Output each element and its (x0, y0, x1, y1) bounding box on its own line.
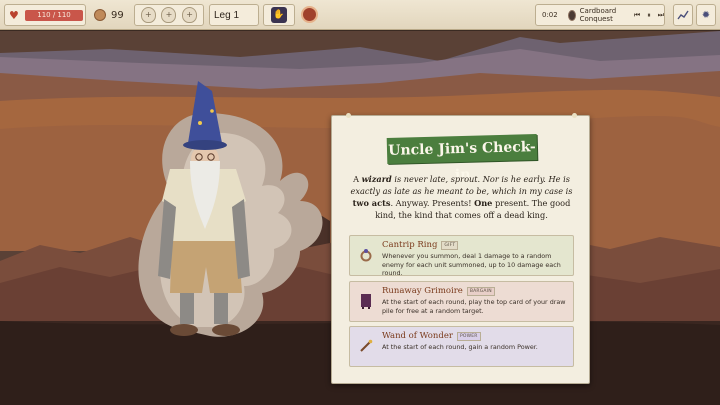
pause-button[interactable]: ⏸ (647, 11, 651, 20)
event-intro-text: A wizard is never late, sprout. Nor is h… (350, 174, 573, 220)
map-button[interactable] (673, 4, 693, 26)
settings-button[interactable]: ✹ (696, 4, 716, 26)
health-display: ♥ 110 / 110 (4, 4, 86, 26)
gold-value: 99 (111, 9, 124, 21)
pin-icon (346, 113, 351, 118)
fast-forward-button[interactable]: ⏭ (658, 11, 664, 20)
chart-icon (677, 10, 689, 20)
relic-hand-icon[interactable]: ✋ (271, 7, 287, 23)
option-description: At the start of each round, gain a rando… (382, 343, 538, 351)
run-name: Cardboard Conquest (579, 7, 617, 23)
ring-icon (358, 247, 374, 263)
potion-slot-2[interactable]: + (161, 7, 177, 23)
option-wand-of-wonder[interactable]: Wand of Wonder POWER At the start of each… (349, 326, 574, 367)
top-bar: ♥ 110 / 110 99 + + + Leg 1 ✋ 0:02 Cardbo… (0, 0, 720, 30)
gear-icon[interactable]: ✹ (702, 10, 710, 21)
option-description: At the start of each round, play the top… (382, 298, 566, 315)
heart-icon: ♥ (9, 8, 19, 22)
option-title: Runaway Grimoire BARGAIN (382, 286, 567, 296)
run-emblem-icon (567, 9, 576, 21)
potion-slots: + + + (134, 4, 204, 26)
gold-display: 99 (90, 4, 130, 26)
leg-indicator: Leg 1 (209, 4, 259, 26)
option-tag: POWER (456, 331, 481, 341)
option-tag: GIFT (441, 240, 459, 250)
pin-icon (572, 113, 577, 118)
potion-slot-1[interactable]: + (140, 7, 156, 23)
potion-slot-3[interactable]: + (182, 7, 198, 23)
option-cantrip-ring[interactable]: Cantrip Ring GIFT Whenever you summon, de… (349, 235, 574, 278)
run-timer: 0:02 (542, 11, 558, 19)
wand-icon (358, 338, 374, 354)
option-tag: BARGAIN (466, 286, 495, 296)
health-bar: 110 / 110 (25, 9, 83, 21)
run-info: 0:02 Cardboard Conquest ⏮ ⏸ ⏭ (535, 4, 665, 26)
book-icon (358, 293, 374, 309)
event-card: Uncle Jim's Check-in A wizard is never l… (331, 113, 590, 384)
uncle-jim-wizard-character (138, 81, 323, 337)
event-title-banner: Uncle Jim's Check-in (386, 134, 538, 183)
option-runaway-grimoire[interactable]: Runaway Grimoire BARGAIN At the start of … (349, 281, 574, 322)
coin-icon (94, 9, 106, 21)
option-description: Whenever you summon, deal 1 damage to a … (382, 252, 561, 278)
relic-slot[interactable]: ✋ (263, 4, 295, 26)
relic-pouch-icon[interactable] (301, 6, 318, 23)
rewind-button[interactable]: ⏮ (634, 11, 640, 20)
scene-background: Uncle Jim's Check-in A wizard is never l… (0, 31, 720, 405)
option-title: Cantrip Ring GIFT (382, 240, 567, 250)
option-title: Wand of Wonder POWER (382, 331, 567, 341)
